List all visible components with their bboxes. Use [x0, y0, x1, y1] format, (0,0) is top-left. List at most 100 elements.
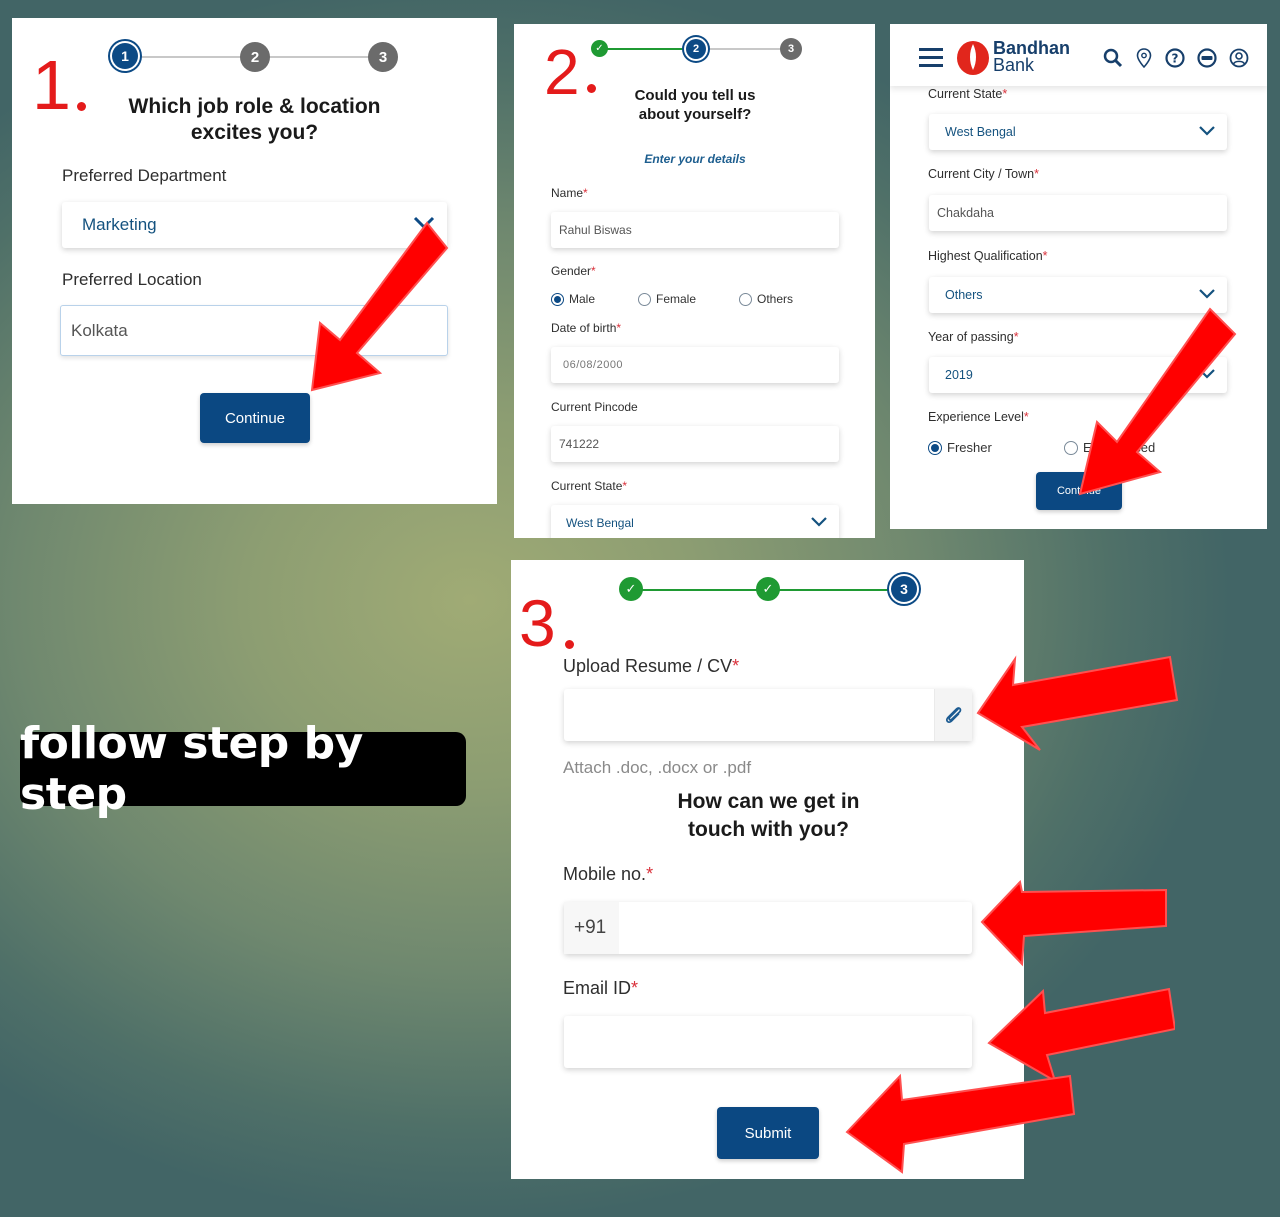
- location-pin-icon[interactable]: [1136, 48, 1152, 68]
- year-value: 2019: [945, 368, 973, 382]
- state-select[interactable]: West Bengal: [929, 114, 1227, 150]
- qualification-value: Others: [945, 288, 983, 302]
- mobile-input[interactable]: +91: [564, 902, 972, 954]
- resume-upload-input[interactable]: [564, 689, 972, 741]
- stepper-connector-done: [604, 48, 694, 50]
- experience-radio-experienced[interactable]: Experienced: [1064, 440, 1155, 455]
- experience-label-text: Experience Level: [928, 410, 1024, 424]
- location-value: Kolkata: [71, 320, 128, 340]
- pincode-value: 741222: [559, 437, 600, 451]
- chevron-down-icon: [413, 216, 435, 230]
- department-select[interactable]: Marketing: [62, 202, 447, 248]
- step2-panel: 2 ✓ 2 3 Could you tell us about yourself…: [514, 24, 875, 538]
- state-label-text: Current State: [928, 87, 1003, 101]
- country-code-prefix: +91: [564, 902, 619, 954]
- required-asterisk: *: [646, 864, 654, 884]
- gender-option-label: Male: [569, 292, 596, 306]
- required-asterisk: *: [732, 656, 740, 676]
- state-select[interactable]: West Bengal: [551, 505, 839, 538]
- radio-unselected[interactable]: [638, 292, 651, 306]
- email-label: Email ID*: [563, 978, 638, 999]
- mobile-label-text: Mobile no.: [563, 864, 647, 884]
- gender-radio-group: Male Female Others: [551, 292, 851, 310]
- pincode-input[interactable]: 741222: [551, 426, 839, 462]
- required-asterisk: *: [616, 321, 622, 335]
- stepper-step-2: 2: [686, 39, 706, 59]
- page-heading: Which job role & location excites you?: [72, 94, 437, 146]
- continue-button[interactable]: Continue: [1036, 472, 1122, 510]
- dob-label-text: Date of birth: [551, 321, 617, 335]
- gender-label: Gender*: [551, 264, 596, 278]
- stepper-step-1-complete: ✓: [619, 577, 643, 601]
- gender-radio-others[interactable]: Others: [739, 292, 793, 306]
- paperclip-icon: [945, 707, 961, 724]
- experience-radio-fresher[interactable]: Fresher: [928, 440, 992, 455]
- gender-radio-male[interactable]: Male: [551, 292, 595, 306]
- brand-name: Bandhan Bank: [993, 39, 1070, 75]
- experience-option-label: Experienced: [1083, 440, 1156, 455]
- required-asterisk: *: [1034, 167, 1039, 181]
- step-number-3: 3: [519, 586, 556, 660]
- state-label-text: Current State: [551, 479, 623, 493]
- resume-label: Upload Resume / CV*: [563, 656, 739, 677]
- step3-panel: 3 ✓ ✓ 3 Upload Resume / CV* Attach .doc,…: [511, 560, 1024, 1179]
- resume-label-text: Upload Resume / CV: [563, 656, 733, 676]
- tagline-banner: follow step by step: [20, 718, 466, 820]
- department-value: Marketing: [82, 215, 157, 234]
- svg-text:?: ?: [1172, 52, 1179, 66]
- resume-hint: Attach .doc, .docx or .pdf: [563, 758, 752, 777]
- heading-line-2: excites you?: [190, 121, 319, 144]
- required-asterisk: *: [1042, 249, 1048, 263]
- radio-unselected[interactable]: [1064, 440, 1078, 455]
- email-label-text: Email ID: [563, 978, 632, 998]
- user-icon[interactable]: [1229, 48, 1249, 68]
- continue-button[interactable]: Continue: [200, 393, 310, 443]
- step-number-dot: [565, 640, 574, 649]
- stepper-step-1: 1: [112, 43, 138, 69]
- required-asterisk: *: [591, 264, 596, 278]
- city-label-text: Current City / Town: [928, 167, 1035, 181]
- help-icon[interactable]: ?: [1165, 48, 1185, 68]
- menu-icon[interactable]: [919, 48, 943, 68]
- chevron-down-icon: [1199, 126, 1215, 136]
- name-label-text: Name: [551, 186, 584, 200]
- stepper-connector: [710, 48, 790, 50]
- step-number-1: 1: [32, 46, 71, 124]
- radio-unselected[interactable]: [739, 292, 752, 306]
- email-input[interactable]: [564, 1016, 972, 1068]
- name-input[interactable]: Rahul Biswas: [551, 212, 839, 248]
- stepper-step-1-complete: ✓: [591, 40, 608, 57]
- department-label: Preferred Department: [62, 166, 227, 185]
- dob-input[interactable]: 06/08/2000: [551, 347, 839, 383]
- qualification-label: Highest Qualification*: [928, 249, 1048, 263]
- radio-selected[interactable]: [551, 292, 564, 306]
- year-select[interactable]: 2019: [929, 357, 1227, 393]
- stepper-step-3: 3: [780, 38, 802, 60]
- submit-button[interactable]: Submit: [717, 1107, 819, 1159]
- nri-icon[interactable]: [1197, 48, 1217, 68]
- required-asterisk: *: [1013, 330, 1019, 344]
- name-label: Name*: [551, 186, 588, 200]
- city-label: Current City / Town*: [928, 167, 1039, 181]
- gender-label-text: Gender: [551, 264, 592, 278]
- attach-button[interactable]: [934, 689, 972, 741]
- subheading: Enter your details: [644, 152, 746, 166]
- required-asterisk: *: [583, 186, 588, 200]
- brand-line-2: Bank: [993, 55, 1035, 75]
- experience-radio-group: Fresher Experienced: [928, 440, 1228, 458]
- required-asterisk: *: [622, 479, 628, 493]
- radio-selected[interactable]: [928, 440, 942, 455]
- gender-radio-female[interactable]: Female: [638, 292, 696, 306]
- contact-heading: How can we get in touch with you?: [601, 788, 936, 844]
- location-label: Preferred Location: [62, 270, 202, 289]
- qualification-label-text: Highest Qualification: [928, 249, 1043, 263]
- qualification-select[interactable]: Others: [929, 277, 1227, 313]
- city-input[interactable]: Chakdaha: [929, 195, 1227, 231]
- chevron-down-icon: [1199, 289, 1215, 299]
- location-input[interactable]: Kolkata: [60, 305, 448, 356]
- heading-line-1: Could you tell us: [634, 87, 756, 104]
- dob-label: Date of birth*: [551, 321, 621, 335]
- pincode-label: Current Pincode: [551, 400, 638, 414]
- search-icon[interactable]: [1103, 48, 1123, 68]
- name-value: Rahul Biswas: [559, 223, 632, 237]
